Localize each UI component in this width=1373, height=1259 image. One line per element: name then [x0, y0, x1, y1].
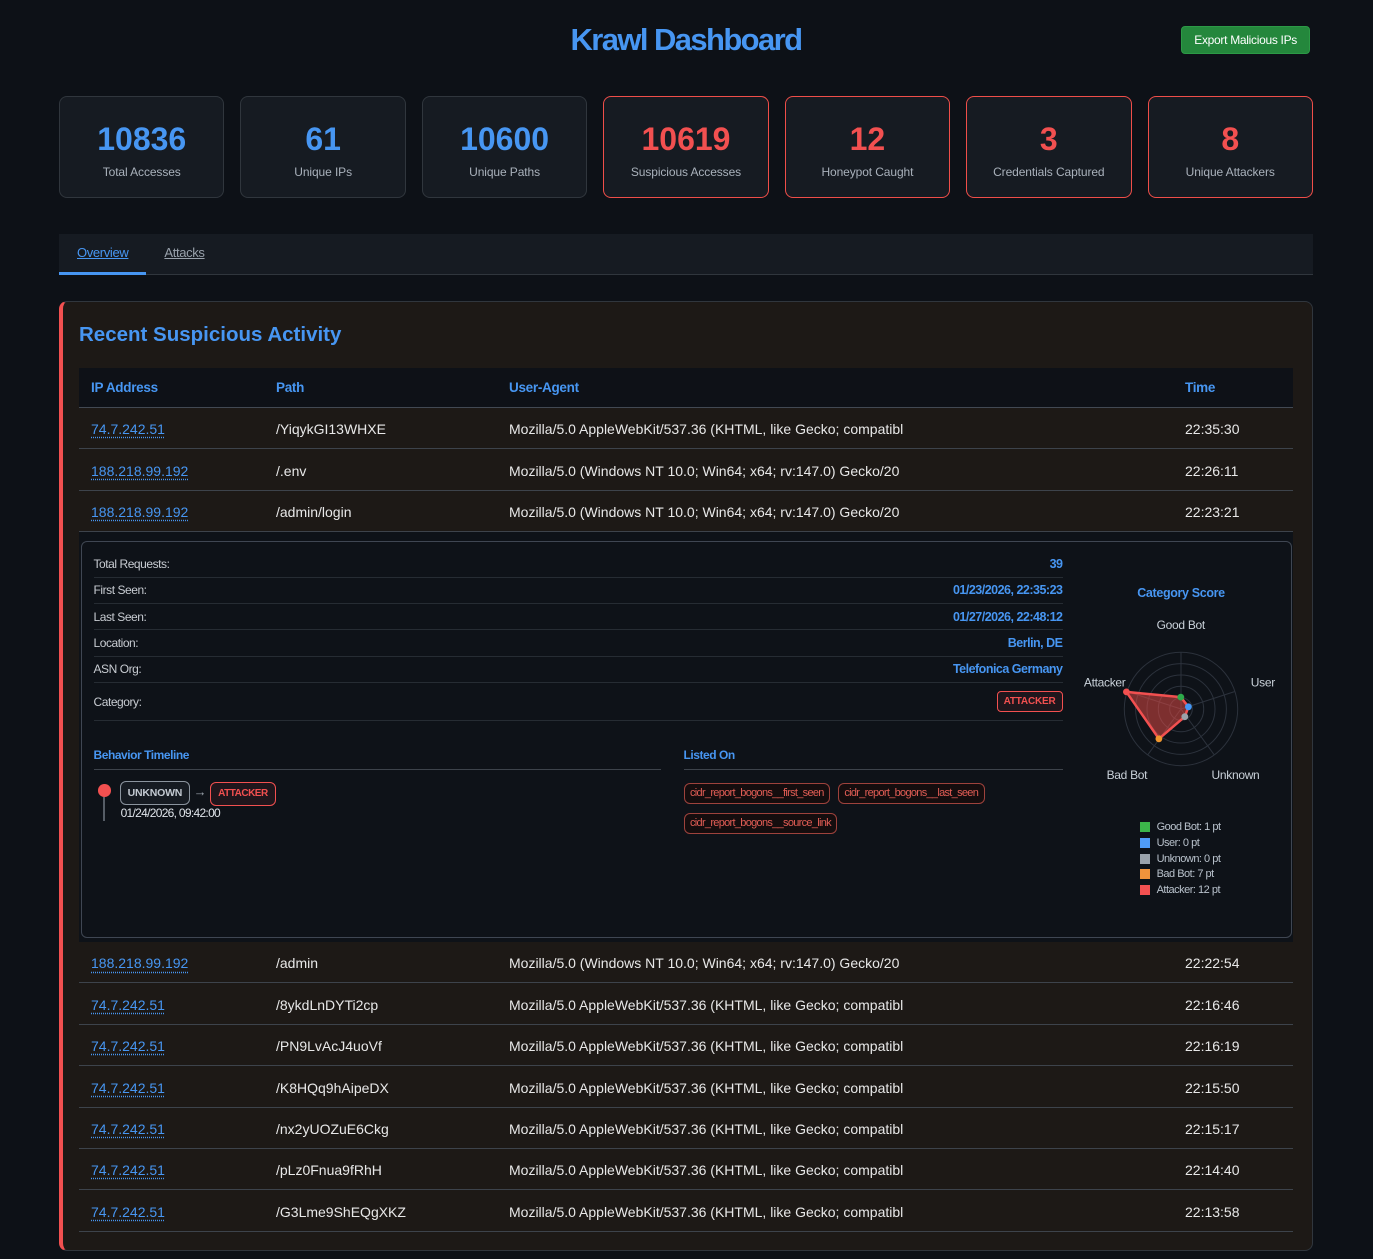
svg-text:Good Bot: Good Bot — [1156, 618, 1205, 632]
svg-text:Unknown: Unknown — [1211, 768, 1259, 782]
svg-text:User: User — [1250, 675, 1274, 689]
svg-text:Bad Bot: Bad Bot — [1106, 768, 1148, 782]
svg-text:Attacker: Attacker — [1083, 675, 1125, 689]
